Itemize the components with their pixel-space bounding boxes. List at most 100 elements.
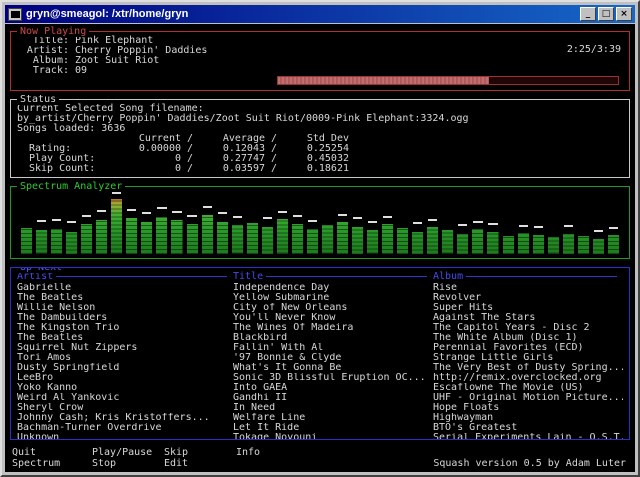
playlist-title-cell: Welfare Line [233, 413, 433, 423]
maximize-button[interactable]: □ [598, 7, 614, 21]
close-button[interactable]: × [616, 7, 632, 21]
playlist-album-cell: Rise [433, 283, 623, 293]
spectrum-peak-marker [37, 220, 46, 222]
playlist-album-cell: Hope Floats [433, 403, 623, 413]
spectrum-bar-fill [352, 227, 363, 254]
spectrum-bar [231, 192, 244, 254]
playlist-title-cell: Tokage Noyouni [233, 433, 433, 440]
playlist-row[interactable]: Johnny Cash; Kris Kristoffers...Welfare … [17, 413, 623, 423]
titlebar[interactable]: gryn@smeagol: /xtr/home/gryn _ □ × [5, 5, 635, 23]
playlist-row[interactable]: GabrielleIndependence DayRise [17, 283, 623, 293]
playlist-row[interactable]: Bachman-Turner OverdriveLet It RideBTO's… [17, 423, 623, 433]
album-column-header-text: Album [433, 271, 463, 282]
menu-item-quit[interactable]: Quit [12, 447, 36, 458]
playlist-rows: GabrielleIndependence DayRiseThe Beatles… [17, 283, 623, 440]
spectrum-peak-marker [278, 211, 287, 213]
header-rule [56, 276, 227, 277]
playlist-header-row: Artist Title Album [17, 271, 623, 282]
spectrum-bar-fill [171, 220, 182, 254]
spectrum-peak-marker [263, 217, 272, 219]
playlist-artist-cell: The Beatles [17, 333, 233, 343]
spectrum-bar-fill [307, 229, 318, 254]
playlist-artist-cell: Willie Nelson [17, 303, 233, 313]
playlist-row[interactable]: Willie NelsonCity of New OrleansSuper Hi… [17, 303, 623, 313]
spectrum-bar-fill [81, 224, 92, 254]
stat-value: 0.03597 [199, 164, 265, 174]
spectrum-bar [336, 192, 349, 254]
spectrum-bar-fill [472, 229, 483, 254]
spectrum-bar-fill [593, 239, 604, 255]
playlist-row[interactable]: Squirrel Nut ZippersFallin' With AlPeren… [17, 343, 623, 353]
titlebar-buttons: _ □ × [580, 7, 632, 21]
menu-item-skip[interactable]: Skip [164, 447, 188, 458]
spectrum-bar [396, 192, 409, 254]
title-column-header-text: Title [233, 271, 263, 282]
spectrum-bar [65, 192, 78, 254]
playlist-row[interactable]: The Kingston TrioThe Wines Of MadeiraThe… [17, 323, 623, 333]
spectrum-bar-fill [578, 236, 589, 254]
progress-bar-fill [278, 77, 489, 84]
playlist-title-cell: Into GAEA [233, 383, 433, 393]
spectrum-bar [411, 192, 424, 254]
playlist-row[interactable]: UnknownTokage NoyouniSerial Experiments … [17, 433, 623, 440]
playlist-title-cell: You'll Never Know [233, 313, 433, 323]
stat-row-label: Skip Count: [17, 164, 105, 174]
playlist-row[interactable]: LeeBroSonic 3D Blissful Eruption OC...ht… [17, 373, 623, 383]
menu-item-info[interactable]: Info [236, 447, 260, 458]
playlist-row[interactable]: Yoko KannoInto GAEAEscaflowne The Movie … [17, 383, 623, 393]
playlist-album-cell: UHF - Original Motion Picture... [433, 393, 623, 403]
spectrum-bar-fill [187, 224, 198, 254]
spectrum-analyzer-label: Spectrum Analyzer [17, 181, 125, 192]
spectrum-bar-fill [322, 225, 333, 254]
menu-item-play-pause[interactable]: Play/Pause [92, 447, 152, 458]
playlist-artist-cell: Yoko Kanno [17, 383, 233, 393]
track-field-label: Track: [17, 66, 69, 76]
playlist-artist-cell: Weird Al Yankovic [17, 393, 233, 403]
minimize-button[interactable]: _ [580, 7, 596, 21]
spectrum-peak-marker [519, 225, 528, 227]
spectrum-bar-fill [533, 235, 544, 254]
menu-item-spectrum[interactable]: Spectrum [12, 458, 60, 469]
playlist-artist-cell: Squirrel Nut Zippers [17, 343, 233, 353]
spectrum-bar [155, 192, 168, 254]
playlist-title-cell: Sonic 3D Blissful Eruption OC... [233, 373, 433, 383]
command-menu: QuitPlay/PauseSkipInfo SpectrumStopEdit … [12, 447, 628, 469]
playlist-album-cell: Highwayman [433, 413, 623, 423]
playlist-title-cell: City of New Orleans [233, 303, 433, 313]
spectrum-bar-fill [548, 237, 559, 254]
playlist-artist-cell: Gabrielle [17, 283, 233, 293]
menu-item-stop[interactable]: Stop [92, 458, 116, 469]
menu-item-edit[interactable]: Edit [164, 458, 188, 469]
spectrum-peak-marker [218, 212, 227, 214]
spectrum-bar-fill [156, 217, 167, 254]
playlist-album-cell: Perennial Favorites (ECD) [433, 343, 623, 353]
spectrum-peak-marker [233, 216, 242, 218]
playlist-row[interactable]: The BeatlesBlackbirdThe White Album (Dis… [17, 333, 623, 343]
spectrum-bar [110, 192, 123, 254]
playlist-title-cell: Yellow Submarine [233, 293, 433, 303]
spectrum-bar [140, 192, 153, 254]
playlist-row[interactable]: Dusty SpringfieldWhat's It Gonna BeThe V… [17, 363, 623, 373]
spectrum-bar [125, 192, 138, 254]
spectrum-bar [276, 192, 289, 254]
spectrum-bar [306, 192, 319, 254]
progress-bar [277, 76, 619, 85]
playlist-row[interactable]: Weird Al YankovicGandhi IIUHF - Original… [17, 393, 623, 403]
up-next-panel: Up Next Artist Title Album GabrielleInde… [10, 267, 630, 440]
spectrum-bar [577, 192, 590, 254]
spectrum-bar-fill [487, 232, 498, 254]
playlist-row[interactable]: Sheryl CrowIn NeedHope Floats [17, 403, 623, 413]
playlist-title-cell: Independence Day [233, 283, 433, 293]
spectrum-bar [562, 192, 575, 254]
spectrum-bar-fill [126, 218, 137, 254]
playlist-row[interactable]: The BeatlesYellow SubmarineRevolver [17, 293, 623, 303]
spectrum-bar-fill [247, 223, 258, 254]
playlist-row[interactable]: The DambuildersYou'll Never KnowAgainst … [17, 313, 623, 323]
spectrum-bar-fill [503, 236, 514, 254]
playlist-album-cell: Escaflowne The Movie (US) [433, 383, 623, 393]
playlist-album-cell: http://remix.overclocked.org [433, 373, 623, 383]
playlist-row[interactable]: Tori Amos'97 Bonnie & ClydeStrange Littl… [17, 353, 623, 363]
stat-value: 0 [105, 154, 181, 164]
spectrum-analyzer-panel: Spectrum Analyzer [10, 186, 630, 259]
spectrum-bar-fill [21, 228, 32, 254]
